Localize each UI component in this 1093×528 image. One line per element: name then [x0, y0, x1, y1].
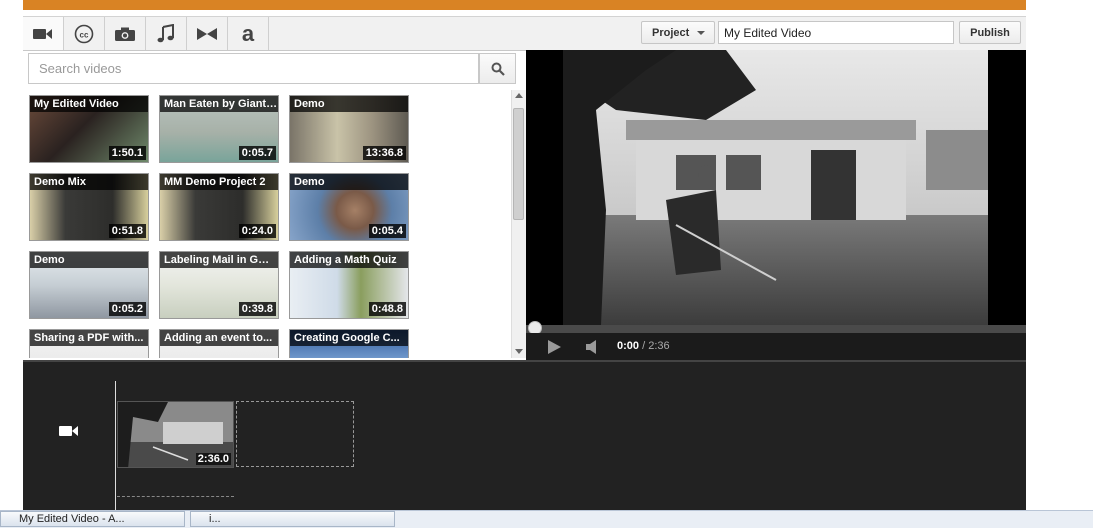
- search-input[interactable]: Search videos: [28, 53, 479, 84]
- video-camera-icon: [59, 426, 78, 436]
- project-label: Project: [652, 26, 690, 39]
- publish-button[interactable]: Publish: [959, 21, 1021, 44]
- video-thumbnail[interactable]: Adding an event to...: [159, 329, 279, 358]
- video-thumbnail[interactable]: Adding a Math Quiz 0:48.8: [289, 251, 409, 319]
- scrollbar-thumb[interactable]: [513, 108, 524, 220]
- timeline-drop-zone[interactable]: [236, 401, 354, 467]
- video-title: My Edited Video: [30, 96, 148, 112]
- video-thumbnail[interactable]: My Edited Video 1:50.1: [29, 95, 149, 163]
- current-time: 0:00: [617, 340, 640, 352]
- video-duration: 1:50.1: [108, 146, 146, 160]
- video-grid: My Edited Video 1:50.1 Man Eaten by Gian…: [23, 90, 511, 358]
- video-title: Demo: [290, 96, 408, 112]
- taskbar-item[interactable]: i...: [190, 511, 395, 527]
- text-icon: a: [241, 20, 255, 46]
- video-duration: 0:05.4: [368, 224, 406, 238]
- video-duration: 0:48.8: [368, 302, 406, 316]
- video-thumbnail[interactable]: Demo 0:05.4: [289, 173, 409, 241]
- tab-captions[interactable]: cc: [64, 17, 105, 50]
- music-note-icon: [157, 23, 174, 42]
- video-duration: 0:05.7: [238, 146, 276, 160]
- search-button[interactable]: [479, 53, 516, 84]
- camera-icon: [115, 27, 135, 41]
- tab-text[interactable]: a: [228, 17, 269, 50]
- video-title: Demo Mix: [30, 174, 148, 190]
- video-duration: 0:39.8: [238, 302, 276, 316]
- video-duration: 13:36.8: [362, 146, 406, 160]
- volume-icon: [586, 340, 596, 354]
- chevron-down-icon: [697, 30, 706, 35]
- video-title: MM Demo Project 2: [160, 174, 278, 190]
- video-preview[interactable]: [526, 50, 1026, 360]
- video-thumbnail[interactable]: Man Eaten by Giant Snake 0:05.7: [159, 95, 279, 163]
- video-thumbnail[interactable]: Demo 0:05.2: [29, 251, 149, 319]
- video-duration: 0:24.0: [238, 224, 276, 238]
- search-icon: [491, 62, 505, 76]
- video-title: Demo: [30, 252, 148, 268]
- taskbar-item[interactable]: My Edited Video - A...: [0, 511, 185, 527]
- tab-transitions[interactable]: [187, 17, 228, 50]
- svg-text:cc: cc: [80, 30, 89, 39]
- transitions-icon: [197, 27, 217, 40]
- video-thumbnail[interactable]: MM Demo Project 2 0:24.0: [159, 173, 279, 241]
- progress-bar[interactable]: [526, 325, 1026, 333]
- video-list-scrollbar[interactable]: [511, 90, 526, 358]
- video-duration: 0:05.2: [108, 302, 146, 316]
- search-placeholder: Search videos: [39, 61, 122, 76]
- video-title: Adding a Math Quiz: [290, 252, 408, 268]
- video-thumbnail[interactable]: Labeling Mail in Gmail 0:39.8: [159, 251, 279, 319]
- play-button[interactable]: [546, 339, 562, 358]
- taskbar-item-label: My Edited Video - A...: [19, 513, 125, 525]
- video-title: Sharing a PDF with...: [30, 330, 148, 346]
- play-icon: [548, 340, 561, 354]
- video-title: Creating Google C...: [290, 330, 408, 346]
- video-thumbnail[interactable]: Demo 13:36.8: [289, 95, 409, 163]
- video-title: Man Eaten by Giant Snake: [160, 96, 278, 112]
- scroll-down-arrow-icon[interactable]: [515, 349, 523, 354]
- total-time: / 2:36: [642, 340, 670, 352]
- player-controls: [526, 333, 1026, 360]
- tab-videos[interactable]: [23, 17, 64, 50]
- video-thumbnail[interactable]: Demo Mix 0:51.8: [29, 173, 149, 241]
- tab-audio[interactable]: [146, 17, 187, 50]
- clip-duration: 2:36.0: [195, 453, 231, 465]
- project-menu-button[interactable]: Project: [641, 21, 715, 44]
- preview-frame: [526, 50, 1026, 325]
- video-duration: 0:51.8: [108, 224, 146, 238]
- video-title: Labeling Mail in Gmail: [160, 252, 278, 268]
- volume-button[interactable]: [585, 339, 599, 358]
- video-title-input[interactable]: [718, 21, 954, 44]
- timeline-playhead[interactable]: [115, 381, 116, 510]
- time-display: 0:00 / 2:36: [617, 340, 670, 352]
- video-title: Adding an event to...: [160, 330, 278, 346]
- video-thumbnail[interactable]: Sharing a PDF with...: [29, 329, 149, 358]
- taskbar-item-label: i...: [209, 513, 221, 525]
- video-camera-icon: [33, 28, 52, 39]
- tab-photos[interactable]: [105, 17, 146, 50]
- timeline-clip[interactable]: 2:36.0: [117, 401, 234, 468]
- video-track-icon: [58, 423, 80, 442]
- top-accent-bar: [23, 0, 1026, 10]
- closed-captions-icon: cc: [74, 24, 94, 43]
- video-thumbnail[interactable]: Creating Google C...: [289, 329, 409, 358]
- scroll-up-arrow-icon[interactable]: [515, 93, 523, 98]
- video-title: Demo: [290, 174, 408, 190]
